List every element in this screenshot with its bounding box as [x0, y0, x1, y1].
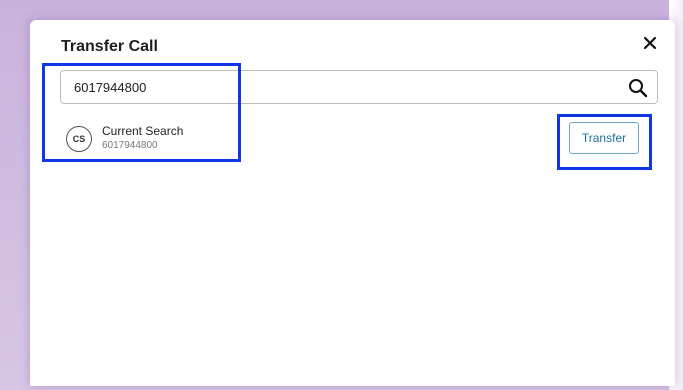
search-icon[interactable]: [627, 77, 649, 99]
dialog-title: Transfer Call: [61, 38, 158, 55]
result-name: Current Search: [102, 124, 184, 138]
result-number: 6017944800: [102, 140, 158, 151]
close-icon[interactable]: [641, 34, 659, 52]
avatar: CS: [66, 126, 92, 152]
transfer-button[interactable]: Transfer: [569, 122, 639, 154]
search-input[interactable]: [61, 71, 621, 103]
search-result-item[interactable]: CS Current Search 6017944800: [66, 124, 266, 154]
search-field: [60, 70, 658, 104]
transfer-call-dialog: Transfer Call CS Current Search 60179448…: [30, 20, 675, 386]
